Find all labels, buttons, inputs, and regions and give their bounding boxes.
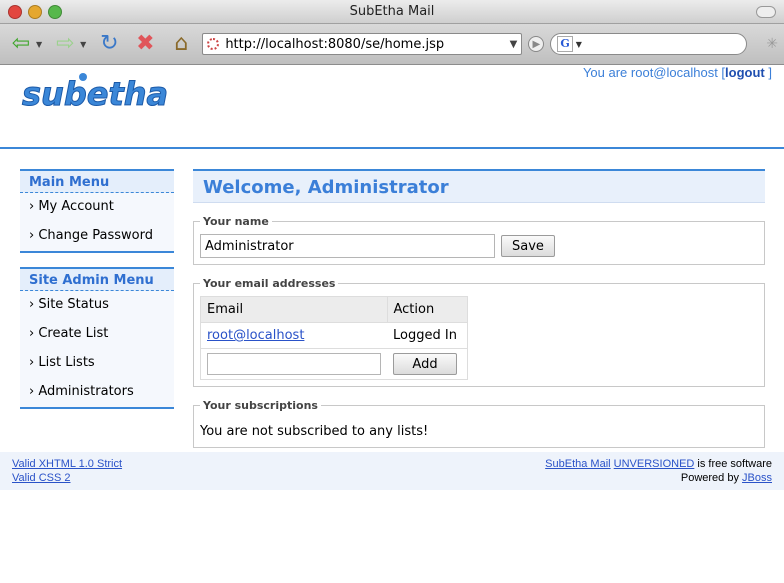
home-icon[interactable]: ⌂: [166, 29, 196, 59]
table-header-row: Email Action: [200, 296, 468, 323]
add-email-row: Add: [200, 348, 467, 380]
valid-css-link[interactable]: Valid CSS 2: [12, 472, 71, 484]
page: subetha You are root@localhost [logout ]…: [0, 65, 784, 582]
sidebar-item-label[interactable]: Administrators: [38, 384, 133, 399]
name-legend: Your name: [203, 215, 269, 228]
free-software-text: is free software: [694, 458, 772, 470]
logo-text: subetha: [22, 75, 168, 113]
save-button[interactable]: Save: [501, 235, 555, 257]
site-admin-menu: Site Admin Menu › Site Status › Create L…: [20, 267, 174, 409]
site-admin-menu-title: Site Admin Menu: [20, 269, 174, 291]
column-header-email: Email: [200, 296, 388, 323]
forward-history-arrow-icon[interactable]: ▼: [80, 40, 86, 49]
window-controls: [8, 5, 62, 19]
table-row: root@localhost Logged In: [200, 322, 467, 349]
name-input[interactable]: [200, 234, 495, 258]
sidebar-item-label[interactable]: Change Password: [38, 228, 153, 243]
zoom-window-button[interactable]: [48, 5, 62, 19]
toolbar-toggle-button[interactable]: [756, 6, 776, 18]
site-footer: Valid XHTML 1.0 Strict Valid CSS 2 SubEt…: [0, 452, 784, 490]
minimize-window-button[interactable]: [28, 5, 42, 19]
sidebar-item-site-status[interactable]: › Site Status: [20, 291, 174, 320]
subscriptions-legend: Your subscriptions: [203, 399, 318, 412]
subscriptions-text: You are not subscribed to any lists!: [200, 424, 429, 439]
sidebar-item-label[interactable]: Site Status: [38, 297, 109, 312]
search-bar[interactable]: G ▼: [550, 33, 747, 55]
address-bar[interactable]: http://localhost:8080/se/home.jsp ▼: [202, 33, 523, 55]
sidebar-item-label[interactable]: Create List: [38, 326, 108, 341]
loading-icon: [207, 38, 220, 50]
user-info: You are root@localhost [logout ]: [583, 65, 772, 80]
sidebar-item-administrators[interactable]: › Administrators: [20, 378, 174, 407]
sidebar-item-list-lists[interactable]: › List Lists: [20, 349, 174, 378]
site-header: subetha You are root@localhost [logout ]: [0, 65, 784, 149]
column-header-action: Action: [387, 296, 468, 323]
sidebar-item-create-list[interactable]: › Create List: [20, 320, 174, 349]
stop-icon[interactable]: ✖: [130, 29, 160, 59]
jboss-link[interactable]: JBoss: [742, 472, 772, 484]
window-titlebar: SubEtha Mail: [0, 0, 784, 24]
email-section: Your email addresses Email Action root@l…: [193, 277, 765, 387]
window-title: SubEtha Mail: [349, 4, 435, 19]
powered-by-text: Powered by: [680, 472, 743, 484]
product-link[interactable]: SubEtha Mail: [545, 458, 610, 470]
email-link[interactable]: root@localhost: [207, 328, 304, 343]
sidebar-item-label[interactable]: List Lists: [38, 355, 94, 370]
version-link[interactable]: UNVERSIONED: [614, 458, 695, 470]
user-suffix: ]: [764, 65, 772, 80]
sidebar: Main Menu › My Account › Change Password…: [20, 169, 174, 423]
url-text[interactable]: http://localhost:8080/se/home.jsp: [225, 37, 509, 52]
new-email-input[interactable]: [207, 353, 381, 375]
user-prefix: You are root@localhost [: [582, 65, 726, 80]
back-history-arrow-icon[interactable]: ▼: [36, 40, 42, 49]
google-icon[interactable]: G: [557, 36, 573, 52]
sidebar-item-my-account[interactable]: › My Account: [20, 193, 174, 222]
subetha-logo: subetha: [22, 73, 169, 114]
logout-link[interactable]: logout: [725, 65, 765, 80]
main-menu-title: Main Menu: [20, 171, 174, 193]
sidebar-item-label[interactable]: My Account: [38, 199, 114, 214]
reload-icon[interactable]: ↻: [94, 29, 124, 59]
back-icon[interactable]: ⇦: [6, 29, 36, 59]
go-icon[interactable]: ▶: [528, 36, 545, 52]
valid-xhtml-link[interactable]: Valid XHTML 1.0 Strict: [12, 458, 122, 470]
email-action-status: Logged In: [387, 322, 467, 349]
close-window-button[interactable]: [8, 5, 22, 19]
search-engine-arrow-icon[interactable]: ▼: [576, 40, 582, 49]
email-legend: Your email addresses: [203, 277, 336, 290]
add-email-button[interactable]: Add: [393, 353, 457, 375]
search-input[interactable]: [584, 37, 740, 51]
name-section: Your name Save: [193, 215, 765, 265]
browser-toolbar: ⇦ ▼ ⇨ ▼ ↻ ✖ ⌂ http://localhost:8080/se/h…: [0, 24, 784, 65]
main-menu: Main Menu › My Account › Change Password: [20, 169, 174, 253]
page-title: Welcome, Administrator: [193, 169, 765, 203]
subscriptions-section: Your subscriptions You are not subscribe…: [193, 399, 765, 448]
url-history-arrow-icon[interactable]: ▼: [510, 39, 518, 50]
sidebar-item-change-password[interactable]: › Change Password: [20, 222, 174, 251]
forward-icon[interactable]: ⇨: [50, 29, 80, 59]
activity-indicator-icon: ✳: [766, 36, 778, 52]
email-table: Email Action root@localhost Logged In Ad…: [200, 296, 468, 380]
main-content: Welcome, Administrator Your name Save Yo…: [193, 169, 765, 448]
